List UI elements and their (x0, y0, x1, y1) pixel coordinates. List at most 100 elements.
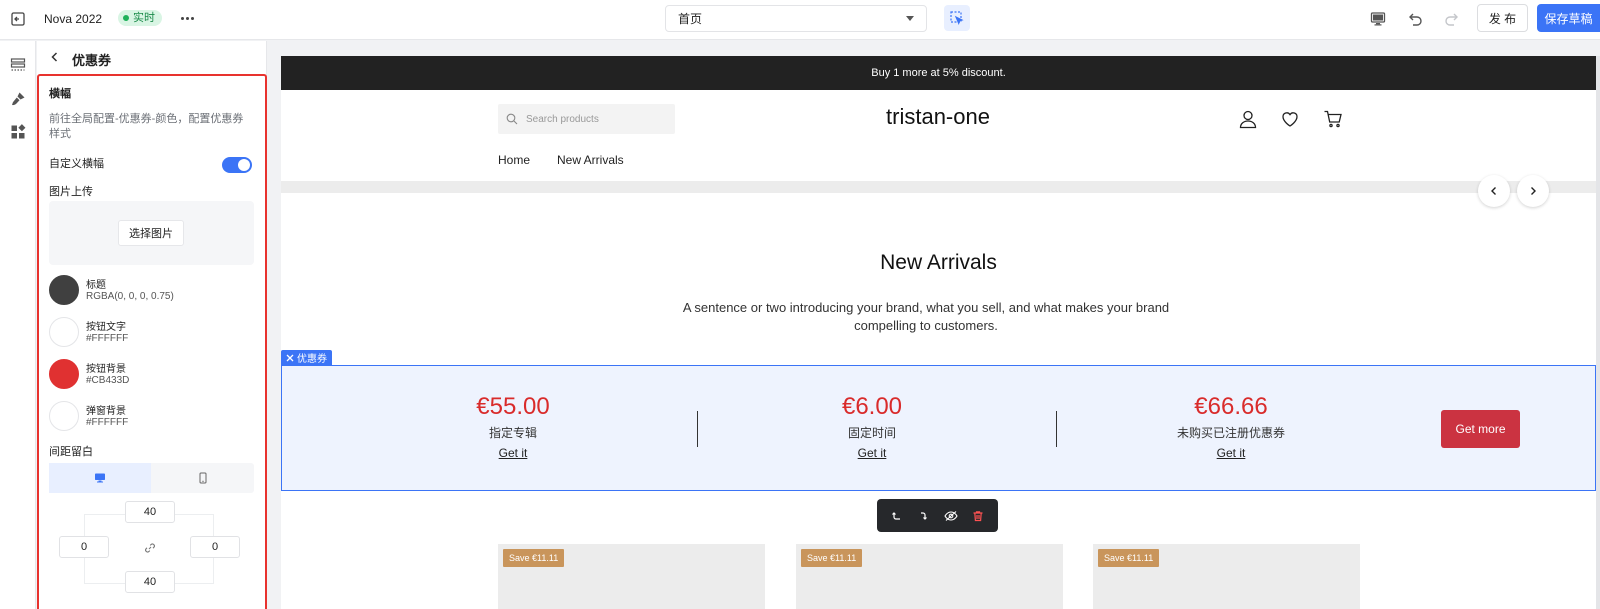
select-element-tool-icon[interactable] (944, 5, 970, 31)
custom-banner-label: 自定义横幅 (49, 158, 104, 170)
color-setting-popup-background[interactable]: 弹窗背景 #FFFFFF (49, 399, 254, 433)
publish-button[interactable]: 发 布 (1477, 4, 1528, 32)
exit-icon[interactable] (8, 9, 28, 29)
panel-title: 优惠券 (72, 53, 112, 68)
color-value: #FFFFFF (86, 417, 129, 428)
status-badge-label: 实时 (133, 12, 155, 24)
theme-brush-icon[interactable] (8, 89, 28, 109)
color-swatch[interactable] (49, 317, 79, 347)
spacing-top-input[interactable]: 40 (125, 501, 175, 523)
settings-panel: 优惠券 横幅 前往全局配置-优惠券-颜色，配置优惠券样式 自定义横幅 图片上传 … (37, 41, 267, 609)
mobile-tab[interactable] (152, 463, 254, 493)
live-dot-icon (123, 15, 129, 21)
banner-heading: 横幅 (49, 88, 71, 100)
image-upload-area[interactable]: 选择图片 (49, 201, 254, 265)
coupon-divider (697, 411, 698, 447)
product-card[interactable]: Save €11.11 (796, 544, 1063, 609)
chevron-down-icon (906, 16, 914, 21)
get-more-button[interactable]: Get more (1441, 410, 1520, 448)
coupon-name: 固定时间 (847, 426, 896, 440)
spacing-label: 间距留白 (49, 446, 93, 458)
color-setting-button-text[interactable]: 按钮文字 #FFFFFF (49, 315, 254, 349)
save-draft-button[interactable]: 保存草稿 (1537, 4, 1600, 32)
coupon-name: 指定专辑 (488, 426, 537, 440)
link-icon[interactable] (141, 539, 159, 557)
coupon-section[interactable]: €55.00 指定专辑 Get it €6.00 固定时间 Get it €66… (281, 365, 1596, 491)
spacing-left-input[interactable]: 0 (59, 536, 109, 558)
carousel-prev-button[interactable] (1478, 175, 1510, 207)
carousel-next-button[interactable] (1517, 175, 1549, 207)
coupon-card: €66.66 未购买已注册优惠券 Get it (1131, 392, 1331, 460)
section-toolbar (877, 499, 998, 532)
color-name: 按钮背景 (86, 364, 126, 375)
announcement-text: Buy 1 more at 5% discount. (871, 67, 1006, 79)
back-arrow-icon[interactable] (49, 51, 61, 63)
move-up-icon[interactable] (888, 507, 906, 525)
wishlist-heart-icon[interactable] (1279, 108, 1301, 130)
color-name: 标题 (86, 280, 106, 291)
coupon-get-it-link[interactable]: Get it (499, 446, 528, 460)
color-name: 按钮文字 (86, 322, 126, 333)
coupon-get-it-link[interactable]: Get it (1217, 446, 1246, 460)
color-setting-button-background[interactable]: 按钮背景 #CB433D (49, 357, 254, 391)
redo-icon[interactable] (1441, 8, 1463, 30)
coupon-card: €55.00 指定专辑 Get it (413, 392, 613, 460)
announcement-bar[interactable]: Buy 1 more at 5% discount. (281, 56, 1596, 90)
color-value: #CB433D (86, 375, 130, 386)
choose-image-button[interactable]: 选择图片 (118, 220, 184, 246)
store-brand[interactable]: tristan-one (738, 104, 1138, 130)
banner-description: 前往全局配置-优惠券-颜色，配置优惠券样式 (49, 113, 244, 140)
move-down-icon[interactable] (915, 507, 933, 525)
coupon-price: €6.00 (841, 393, 903, 420)
color-name: 弹窗背景 (86, 406, 126, 417)
coupon-divider (1056, 411, 1057, 447)
color-value: #FFFFFF (86, 333, 129, 344)
hide-eye-icon[interactable] (942, 507, 960, 525)
color-swatch[interactable] (49, 359, 79, 389)
spacing-bottom-input[interactable]: 40 (125, 571, 175, 593)
canvas-scrollbar[interactable] (1596, 56, 1600, 609)
product-card[interactable]: Save €11.11 (1093, 544, 1360, 609)
more-icon[interactable] (178, 11, 196, 25)
coupon-tag-label: 优惠券 (297, 354, 327, 365)
spacing-editor: 40 0 0 40 (49, 499, 254, 599)
search-icon (506, 113, 518, 125)
color-swatch[interactable] (49, 275, 79, 305)
section-title: New Arrivals (880, 251, 997, 274)
coupon-card: €6.00 固定时间 Get it (772, 392, 972, 460)
section-subtitle: A sentence or two introducing your brand… (682, 300, 1170, 333)
undo-icon[interactable] (1404, 8, 1426, 30)
spacing-right-input[interactable]: 0 (190, 536, 240, 558)
save-badge: Save €11.11 (801, 549, 863, 567)
delete-trash-icon[interactable] (969, 507, 987, 525)
save-badge: Save €11.11 (503, 549, 565, 567)
sections-icon[interactable] (8, 55, 28, 75)
color-value: RGBA(0, 0, 0, 0.75) (86, 291, 174, 302)
top-bar: Nova 2022 实时 首页 发 布 保存草稿 (0, 0, 1600, 40)
product-card[interactable]: Save €11.11 (498, 544, 765, 609)
coupon-section-tag[interactable]: 优惠券 (281, 350, 332, 365)
page-select[interactable]: 首页 (665, 5, 927, 32)
chevron-right-icon (1531, 187, 1536, 195)
store-search-input[interactable]: Search products (498, 104, 675, 134)
search-placeholder: Search products (526, 113, 599, 125)
desktop-preview-icon[interactable] (1367, 8, 1389, 30)
apps-icon[interactable] (8, 122, 28, 142)
color-swatch[interactable] (49, 401, 79, 431)
nav-home[interactable]: Home (498, 153, 530, 167)
coupon-get-it-link[interactable]: Get it (858, 446, 887, 460)
banner-settings-group: 横幅 前往全局配置-优惠券-颜色，配置优惠券样式 自定义横幅 图片上传 选择图片… (37, 74, 267, 609)
cart-icon[interactable] (1322, 108, 1344, 130)
panel-header: 优惠券 (37, 41, 267, 73)
account-icon[interactable] (1237, 108, 1259, 130)
page-select-value: 首页 (678, 12, 703, 26)
slideshow-strip (281, 181, 1596, 193)
desktop-tab[interactable] (49, 463, 151, 493)
close-icon (286, 354, 294, 361)
desktop-icon (95, 473, 105, 483)
status-badge: 实时 (118, 10, 162, 26)
chevron-left-icon (1491, 187, 1496, 195)
nav-new-arrivals[interactable]: New Arrivals (557, 153, 624, 167)
color-setting-title[interactable]: 标题 RGBA(0, 0, 0, 0.75) (49, 273, 254, 307)
custom-banner-toggle[interactable] (222, 157, 252, 173)
